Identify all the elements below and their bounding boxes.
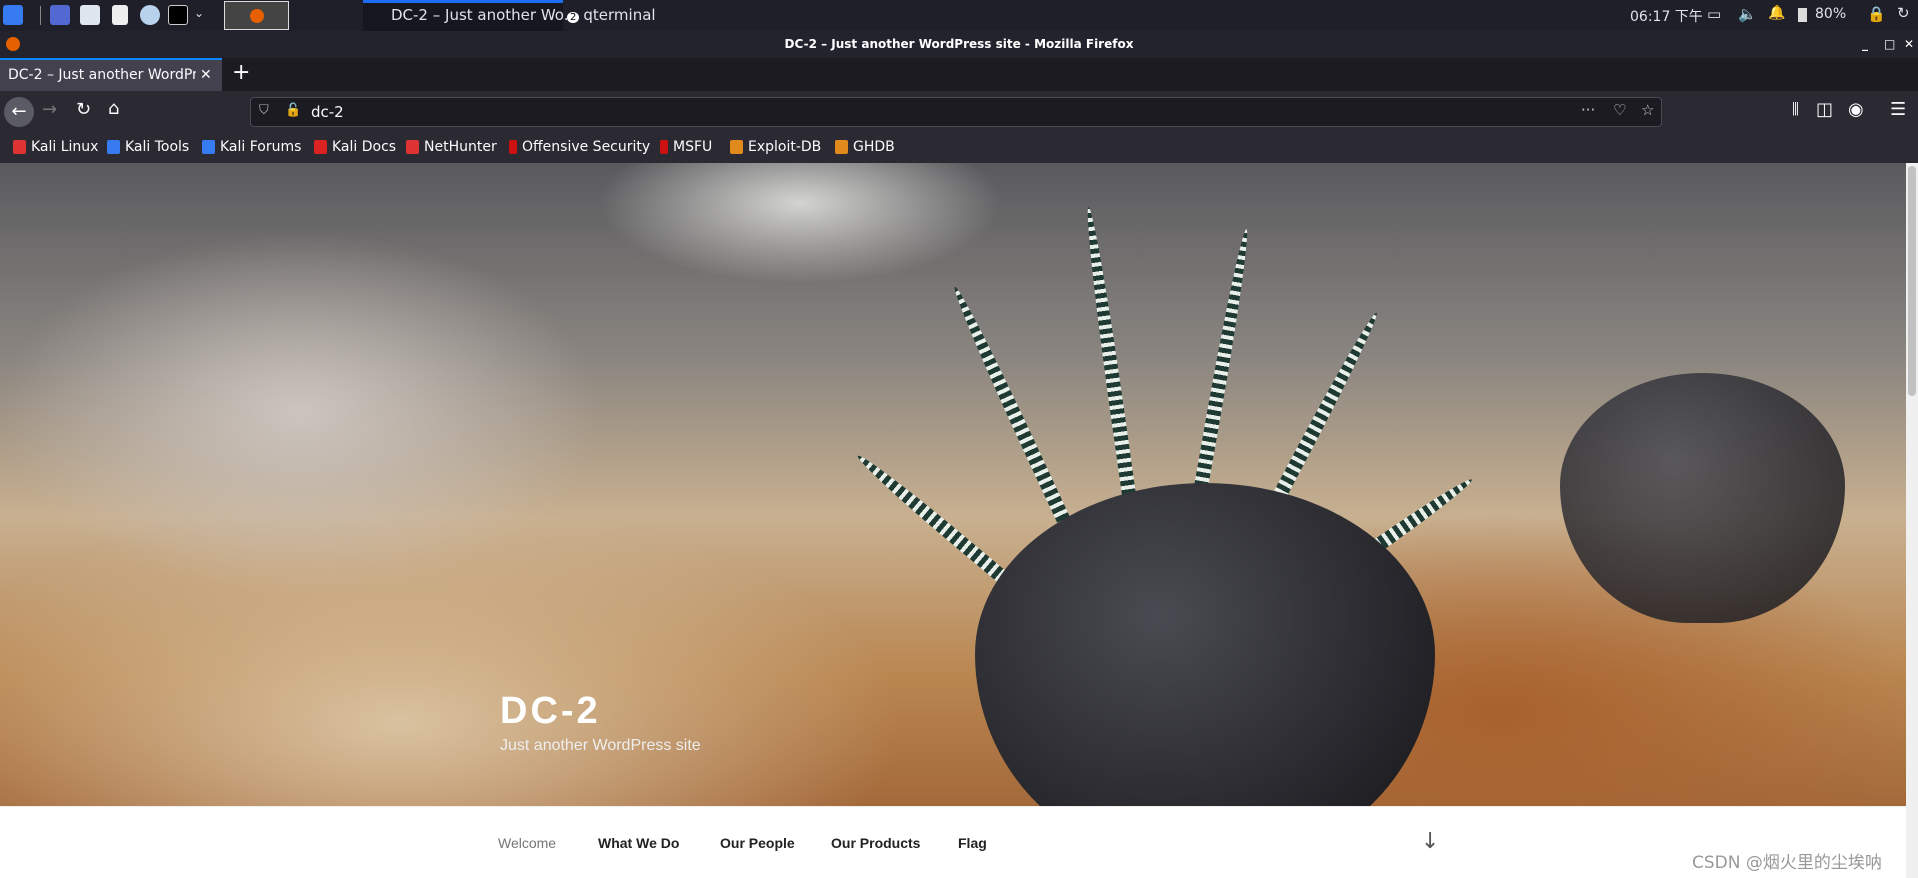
kali-tools-icon — [107, 140, 120, 154]
bookmark-label: Kali Forums — [220, 139, 302, 155]
bookmark-star-icon[interactable]: ☆ — [1641, 101, 1654, 119]
plant-pot — [975, 483, 1435, 806]
divider — [40, 6, 41, 25]
more-actions-icon[interactable]: ··· — [1581, 101, 1595, 119]
bookmark-label: MSFU — [673, 139, 713, 155]
firefox-icon — [6, 37, 20, 51]
bookmarks-toolbar: Kali Linux Kali Tools Kali Forums Kali D… — [0, 133, 1918, 163]
background-pot — [1560, 373, 1845, 623]
shield-icon[interactable]: ⛉ — [259, 103, 269, 118]
forward-button[interactable]: → — [42, 99, 57, 120]
home-button[interactable]: ⌂ — [108, 98, 119, 119]
desktop-icon[interactable] — [50, 5, 70, 25]
insecure-lock-icon[interactable]: 🔓 — [285, 103, 301, 118]
maximize-button[interactable]: □ — [1884, 31, 1895, 58]
minimize-button[interactable]: _ — [1862, 31, 1868, 58]
kali-forums-icon — [202, 140, 215, 154]
window-label: DC-2 – Just another Wo... — [391, 6, 579, 24]
url-bar[interactable]: ⛉ 🔓 dc-2 ··· ♡ ☆ — [250, 97, 1662, 127]
reload-button[interactable]: ↻ — [76, 99, 91, 120]
kali-menu-icon[interactable] — [3, 5, 23, 25]
library-icon[interactable]: ⫼ — [1792, 100, 1799, 118]
logout-icon[interactable]: ↻ — [1897, 4, 1910, 22]
terminal-icon[interactable] — [168, 5, 188, 25]
taskbar-window-firefox[interactable]: DC-2 – Just another Wo... — [363, 0, 578, 31]
msfu-icon — [660, 140, 668, 154]
header-image — [0, 163, 1906, 806]
menu-item-our-products[interactable]: Our Products — [831, 835, 920, 851]
bookmark-nethunter[interactable]: NetHunter — [406, 139, 497, 155]
browser-icon[interactable] — [140, 5, 160, 25]
bookmark-label: GHDB — [853, 139, 895, 155]
tab-strip: DC-2 – Just another WordPress site✕ + — [0, 58, 1918, 91]
bookmark-label: Exploit-DB — [748, 139, 822, 155]
menu-item-our-people[interactable]: Our People — [720, 835, 795, 851]
lock-icon[interactable]: 🔒 — [1867, 5, 1886, 23]
bookmark-kali-tools[interactable]: Kali Tools — [107, 139, 189, 155]
nethunter-icon — [406, 140, 419, 154]
menu-item-welcome[interactable]: Welcome — [498, 835, 556, 851]
menu-icon[interactable]: ☰ — [1890, 99, 1906, 120]
text-editor-icon[interactable] — [112, 5, 128, 25]
kali-docs-icon — [314, 140, 327, 154]
bookmark-exploit-db[interactable]: Exploit-DB — [730, 139, 821, 155]
site-tagline: Just another WordPress site — [500, 737, 701, 754]
close-button[interactable]: ✕ — [1904, 31, 1914, 58]
bookmark-label: Offensive Security — [522, 139, 651, 155]
bookmark-kali-forums[interactable]: Kali Forums — [202, 139, 301, 155]
close-tab-icon[interactable]: ✕ — [200, 60, 212, 90]
offsec-icon — [509, 140, 517, 154]
workspace-button[interactable] — [224, 1, 289, 30]
bookmark-label: NetHunter — [424, 139, 497, 155]
new-tab-button[interactable]: + — [232, 60, 250, 85]
battery-level: 80% — [1815, 6, 1847, 22]
taskbar-window-terminal[interactable]: 2 qterminal — [567, 6, 656, 24]
scrollbar-thumb[interactable] — [1908, 166, 1916, 396]
bookmark-label: Kali Tools — [125, 139, 190, 155]
volume-icon[interactable]: 🔈 — [1738, 5, 1757, 23]
site-title[interactable]: DC-2 — [500, 690, 601, 733]
files-icon[interactable] — [80, 5, 100, 25]
account-icon[interactable]: ◉ — [1848, 99, 1864, 120]
window-title: DC-2 – Just another WordPress site - Moz… — [784, 37, 1134, 51]
watermark: CSDN @烟火里的尘埃呐 — [1692, 853, 1882, 873]
bookmark-kali-docs[interactable]: Kali Docs — [314, 139, 396, 155]
firefox-icon — [249, 9, 264, 23]
bookmark-msfu[interactable]: MSFU — [660, 139, 712, 155]
back-button[interactable]: ← — [4, 97, 34, 127]
bookmark-offensive-security[interactable]: Offensive Security — [509, 139, 650, 155]
bookmark-kali-linux[interactable]: Kali Linux — [13, 139, 98, 155]
bookmark-ghdb[interactable]: GHDB — [835, 139, 895, 155]
scroll-down-arrow-icon[interactable]: ↓ — [1421, 829, 1439, 854]
window-count-badge: 2 — [567, 12, 580, 23]
taskbar: ⌄ DC-2 – Just another Wo... 2 qterminal 0… — [0, 0, 1918, 31]
bell-icon[interactable]: 🔔 — [1768, 5, 1785, 21]
window-titlebar: DC-2 – Just another WordPress site - Moz… — [0, 31, 1918, 58]
sidebar-icon[interactable]: ◫ — [1816, 99, 1833, 120]
pocket-icon[interactable]: ♡ — [1613, 101, 1626, 119]
chevron-down-icon[interactable]: ⌄ — [194, 6, 204, 20]
exploit-db-icon — [730, 140, 743, 154]
tab-title: DC-2 – Just another WordPress site — [8, 67, 196, 83]
site-navigation: Welcome What We Do Our People Our Produc… — [0, 806, 1906, 878]
battery-icon[interactable] — [1798, 8, 1807, 22]
kali-icon — [13, 140, 26, 154]
clock[interactable]: 06:17 下午 — [1630, 6, 1703, 26]
bookmark-label: Kali Linux — [31, 139, 99, 155]
url-input[interactable]: dc-2 — [311, 103, 344, 121]
menu-item-flag[interactable]: Flag — [958, 835, 987, 851]
tab-active[interactable]: DC-2 – Just another WordPress site✕ — [0, 58, 222, 91]
bookmark-label: Kali Docs — [332, 139, 397, 155]
menu-item-what-we-do[interactable]: What We Do — [598, 835, 679, 851]
display-icon[interactable]: ▭ — [1707, 5, 1721, 23]
window-label: qterminal — [583, 6, 656, 24]
ghdb-icon — [835, 140, 848, 154]
